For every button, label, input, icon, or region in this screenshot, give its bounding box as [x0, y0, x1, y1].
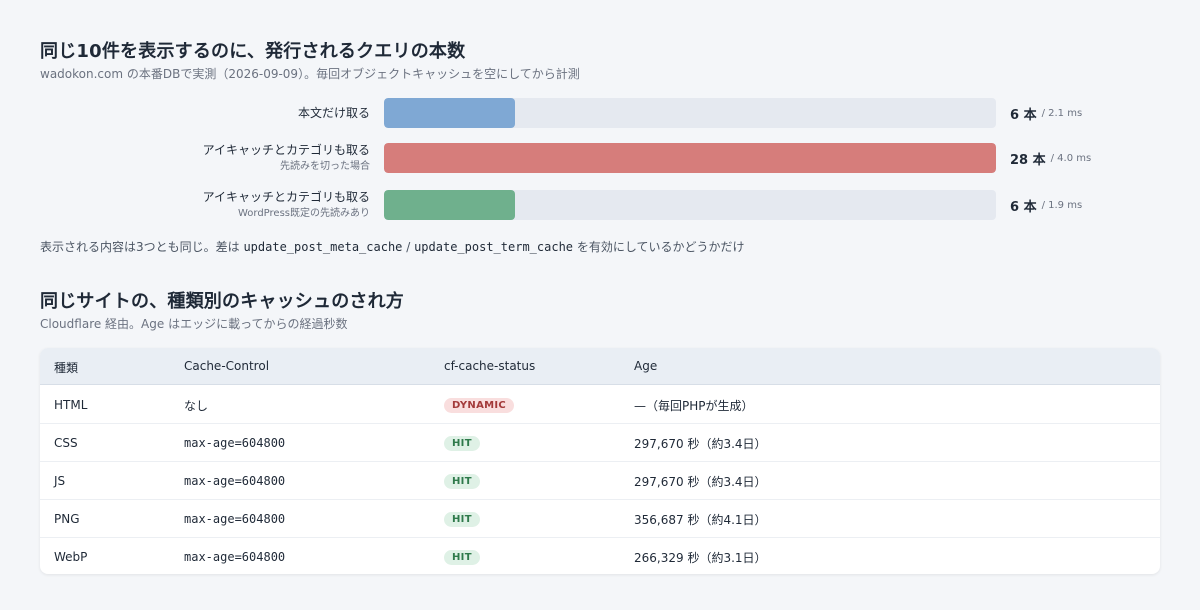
bar-label-main: アイキャッチとカテゴリも取る	[202, 190, 370, 204]
bar-value-label: 6 本 / 1.9 ms	[1010, 189, 1082, 221]
cell-age-text: 356,687 秒（約4.1日）	[634, 512, 767, 527]
bar-row: 本文だけ取る 6 本 / 2.1 ms	[40, 97, 1160, 129]
chart-footnote: 表示される内容は3つとも同じ。差は update_post_meta_cache…	[40, 238, 745, 255]
cache-table: 種類 Cache-Control cf-cache-status Age HTM…	[40, 348, 1160, 574]
bar-track	[384, 190, 996, 220]
cell-age: —（毎回PHPが生成）	[634, 386, 754, 424]
status-badge-text: HIT	[444, 549, 480, 565]
bar-category-label: アイキャッチとカテゴリも取る WordPress既定の先読みあり	[30, 189, 370, 221]
table-header: 種類 Cache-Control cf-cache-status Age	[40, 348, 1160, 385]
bar-count: 6 本	[1010, 199, 1037, 215]
bar-category-label: アイキャッチとカテゴリも取る先読みを切った場合	[30, 142, 370, 174]
cell-type-text: PNG	[54, 512, 80, 526]
status-badge: HIT	[444, 538, 480, 574]
table-subtitle: Cloudflare 経由。Age はエッジに載ってからの経過秒数	[40, 317, 348, 331]
cell-cache-control: max-age=604800	[184, 500, 285, 538]
cell-cache-control-text: max-age=604800	[184, 474, 286, 488]
bar-time: / 1.9 ms	[1041, 199, 1083, 211]
table-row: CSS max-age=604800 HIT 297,670 秒（約3.4日）	[40, 424, 1160, 462]
cell-type-text: CSS	[54, 436, 78, 450]
cell-cache-control: max-age=604800	[184, 538, 285, 574]
bar-track	[384, 98, 996, 128]
bar-track	[384, 143, 996, 173]
bar-row: アイキャッチとカテゴリも取る先読みを切った場合 28 本 / 4.0 ms	[40, 142, 1160, 174]
bar-label-main: アイキャッチとカテゴリも取る	[202, 143, 370, 157]
status-badge-text: HIT	[444, 435, 480, 451]
status-badge-text: DYNAMIC	[444, 397, 515, 413]
bar-label-note: 先読みを切った場合	[280, 161, 370, 172]
cell-type-text: JS	[54, 474, 66, 488]
bar-fill	[384, 190, 515, 220]
bar-value-label: 28 本 / 4.0 ms	[1010, 142, 1091, 174]
cell-age: 266,329 秒（約3.1日）	[634, 538, 767, 574]
cell-age-text: 297,670 秒（約3.4日）	[634, 436, 767, 451]
cell-cache-control-text: max-age=604800	[184, 550, 286, 564]
table-row: WebP max-age=604800 HIT 266,329 秒（約3.1日）	[40, 538, 1160, 574]
status-badge: HIT	[444, 462, 480, 500]
footnote-code-meta: update_post_meta_cache	[243, 240, 403, 254]
status-badge: HIT	[444, 500, 480, 538]
footnote-suffix: を有効にしているかどうかだけ	[573, 240, 745, 254]
chart-subtitle: wadokon.com の本番DBで実測（2026-09-09）。毎回オブジェク…	[40, 67, 580, 81]
bar-time: / 2.1 ms	[1041, 107, 1083, 119]
cell-age: 356,687 秒（約4.1日）	[634, 500, 767, 538]
bar-count: 6 本	[1010, 107, 1037, 123]
table-row: PNG max-age=604800 HIT 356,687 秒（約4.1日）	[40, 500, 1160, 538]
bar-fill	[384, 98, 515, 128]
cell-type: CSS	[54, 424, 78, 462]
status-badge-text: HIT	[444, 473, 480, 489]
cell-type: JS	[54, 462, 65, 500]
status-badge: HIT	[444, 424, 480, 462]
header-cf-cache-status: cf-cache-status	[444, 359, 536, 373]
status-badge-text: HIT	[444, 511, 480, 527]
cell-cache-control: max-age=604800	[184, 424, 285, 462]
footnote-separator: /	[402, 240, 415, 254]
status-badge: DYNAMIC	[444, 386, 515, 424]
cell-age-text: —（毎回PHPが生成）	[634, 398, 754, 413]
cell-cache-control: なし	[184, 386, 208, 424]
bar-label-main: 本文だけ取る	[297, 106, 370, 120]
bar-value-label: 6 本 / 2.1 ms	[1010, 97, 1082, 129]
bar-row: アイキャッチとカテゴリも取る WordPress既定の先読みあり 6 本 / 1.9 …	[40, 189, 1160, 221]
cell-age: 297,670 秒（約3.4日）	[634, 462, 767, 500]
footnote-code-term: update_post_term_cache	[414, 240, 574, 254]
header-type: 種類	[54, 361, 79, 375]
footnote-prefix: 表示される内容は3つとも同じ。差は	[40, 240, 244, 254]
cell-age: 297,670 秒（約3.4日）	[634, 424, 767, 462]
cell-age-text: 297,670 秒（約3.4日）	[634, 474, 767, 489]
table-title: 同じサイトの、種類別のキャッシュのされ方	[40, 291, 404, 312]
cell-age-text: 266,329 秒（約3.1日）	[634, 550, 767, 565]
cell-cache-control-text: max-age=604800	[184, 512, 286, 526]
cell-type: HTML	[54, 386, 87, 424]
bar-category-label: 本文だけ取る	[30, 97, 370, 129]
cell-cache-control-text: max-age=604800	[184, 436, 286, 450]
header-cache-control: Cache-Control	[184, 359, 270, 373]
cell-type: PNG	[54, 500, 80, 538]
header-age: Age	[634, 359, 658, 373]
table-row: HTML なし DYNAMIC —（毎回PHPが生成）	[40, 386, 1160, 424]
bar-time: / 4.0 ms	[1050, 152, 1092, 164]
cell-cache-control: max-age=604800	[184, 462, 285, 500]
table-row: JS max-age=604800 HIT 297,670 秒（約3.4日）	[40, 462, 1160, 500]
cell-type-text: WebP	[54, 550, 88, 564]
cell-type: WebP	[54, 538, 87, 574]
cell-type-text: HTML	[54, 398, 88, 412]
bar-fill	[384, 143, 996, 173]
chart-title: 同じ10件を表示するのに、発行されるクエリの本数	[40, 41, 466, 62]
bar-label-note: WordPress既定の先読みあり	[237, 208, 370, 219]
cell-cache-control-text: なし	[184, 398, 209, 413]
bar-count: 28 本	[1010, 152, 1046, 168]
